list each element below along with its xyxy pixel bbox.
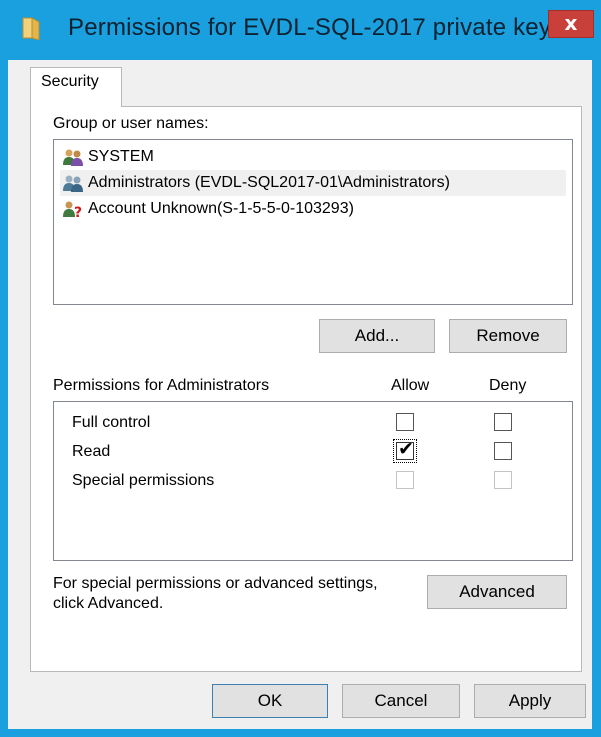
permission-label-special: Special permissions [72, 472, 215, 489]
advanced-hint-line1: For special permissions or advanced sett… [53, 575, 378, 592]
advanced-button[interactable]: Advanced [427, 575, 567, 609]
list-item-label: Administrators (EVDL-SQL2017-01\Administ… [88, 174, 450, 191]
permissions-for-label: Permissions for Administrators [53, 377, 270, 394]
unknown-account-icon: ? [62, 200, 84, 221]
full-control-allow-checkbox[interactable] [396, 413, 414, 431]
security-tab-panel: Group or user names: SYSTEM Administrato… [30, 106, 582, 672]
list-item-label: Account Unknown(S-1-5-5-0-103293) [88, 200, 354, 217]
cancel-button[interactable]: Cancel [342, 684, 460, 718]
remove-button[interactable]: Remove [449, 319, 567, 353]
permission-label-full-control: Full control [72, 414, 151, 431]
group-or-user-names-label: Group or user names: [53, 115, 209, 132]
users-group-icon [62, 174, 84, 192]
allow-column-header: Allow [391, 377, 430, 394]
tab-security[interactable]: Security [30, 67, 122, 107]
window-title: Permissions for EVDL-SQL-2017 private ke… [68, 14, 564, 41]
title-bar[interactable]: Permissions for EVDL-SQL-2017 private ke… [0, 0, 601, 60]
svg-text:?: ? [74, 205, 82, 218]
close-icon: x [564, 11, 578, 35]
user-list[interactable]: SYSTEM Administrators (EVDL-SQL2017-01\A… [53, 139, 573, 305]
advanced-hint-line2: click Advanced. [53, 595, 164, 612]
read-deny-checkbox[interactable] [494, 442, 512, 460]
close-button[interactable]: x [548, 10, 594, 38]
permissions-dialog: Permissions for EVDL-SQL-2017 private ke… [0, 0, 601, 737]
full-control-deny-checkbox[interactable] [494, 413, 512, 431]
special-permissions-allow-checkbox [396, 471, 414, 489]
checkmark-icon: ✔ [398, 438, 414, 460]
permission-label-read: Read [72, 443, 111, 460]
special-permissions-deny-checkbox [494, 471, 512, 489]
list-item-account-unknown[interactable]: ? Account Unknown(S-1-5-5-0-103293) [60, 196, 566, 222]
add-button[interactable]: Add... [319, 319, 435, 353]
deny-column-header: Deny [489, 377, 527, 394]
folder-icon [20, 16, 42, 41]
dialog-body: Security Group or user names: SYSTEM Adm… [8, 60, 592, 729]
users-group-icon [62, 148, 84, 166]
ok-button[interactable]: OK [212, 684, 328, 718]
permissions-list: Full control Read ✔ Special permissions [53, 401, 573, 561]
list-item-administrators[interactable]: Administrators (EVDL-SQL2017-01\Administ… [60, 170, 566, 196]
apply-button[interactable]: Apply [474, 684, 586, 718]
read-allow-checkbox[interactable]: ✔ [393, 438, 417, 463]
list-item-system[interactable]: SYSTEM [60, 144, 566, 170]
list-item-label: SYSTEM [88, 148, 154, 165]
